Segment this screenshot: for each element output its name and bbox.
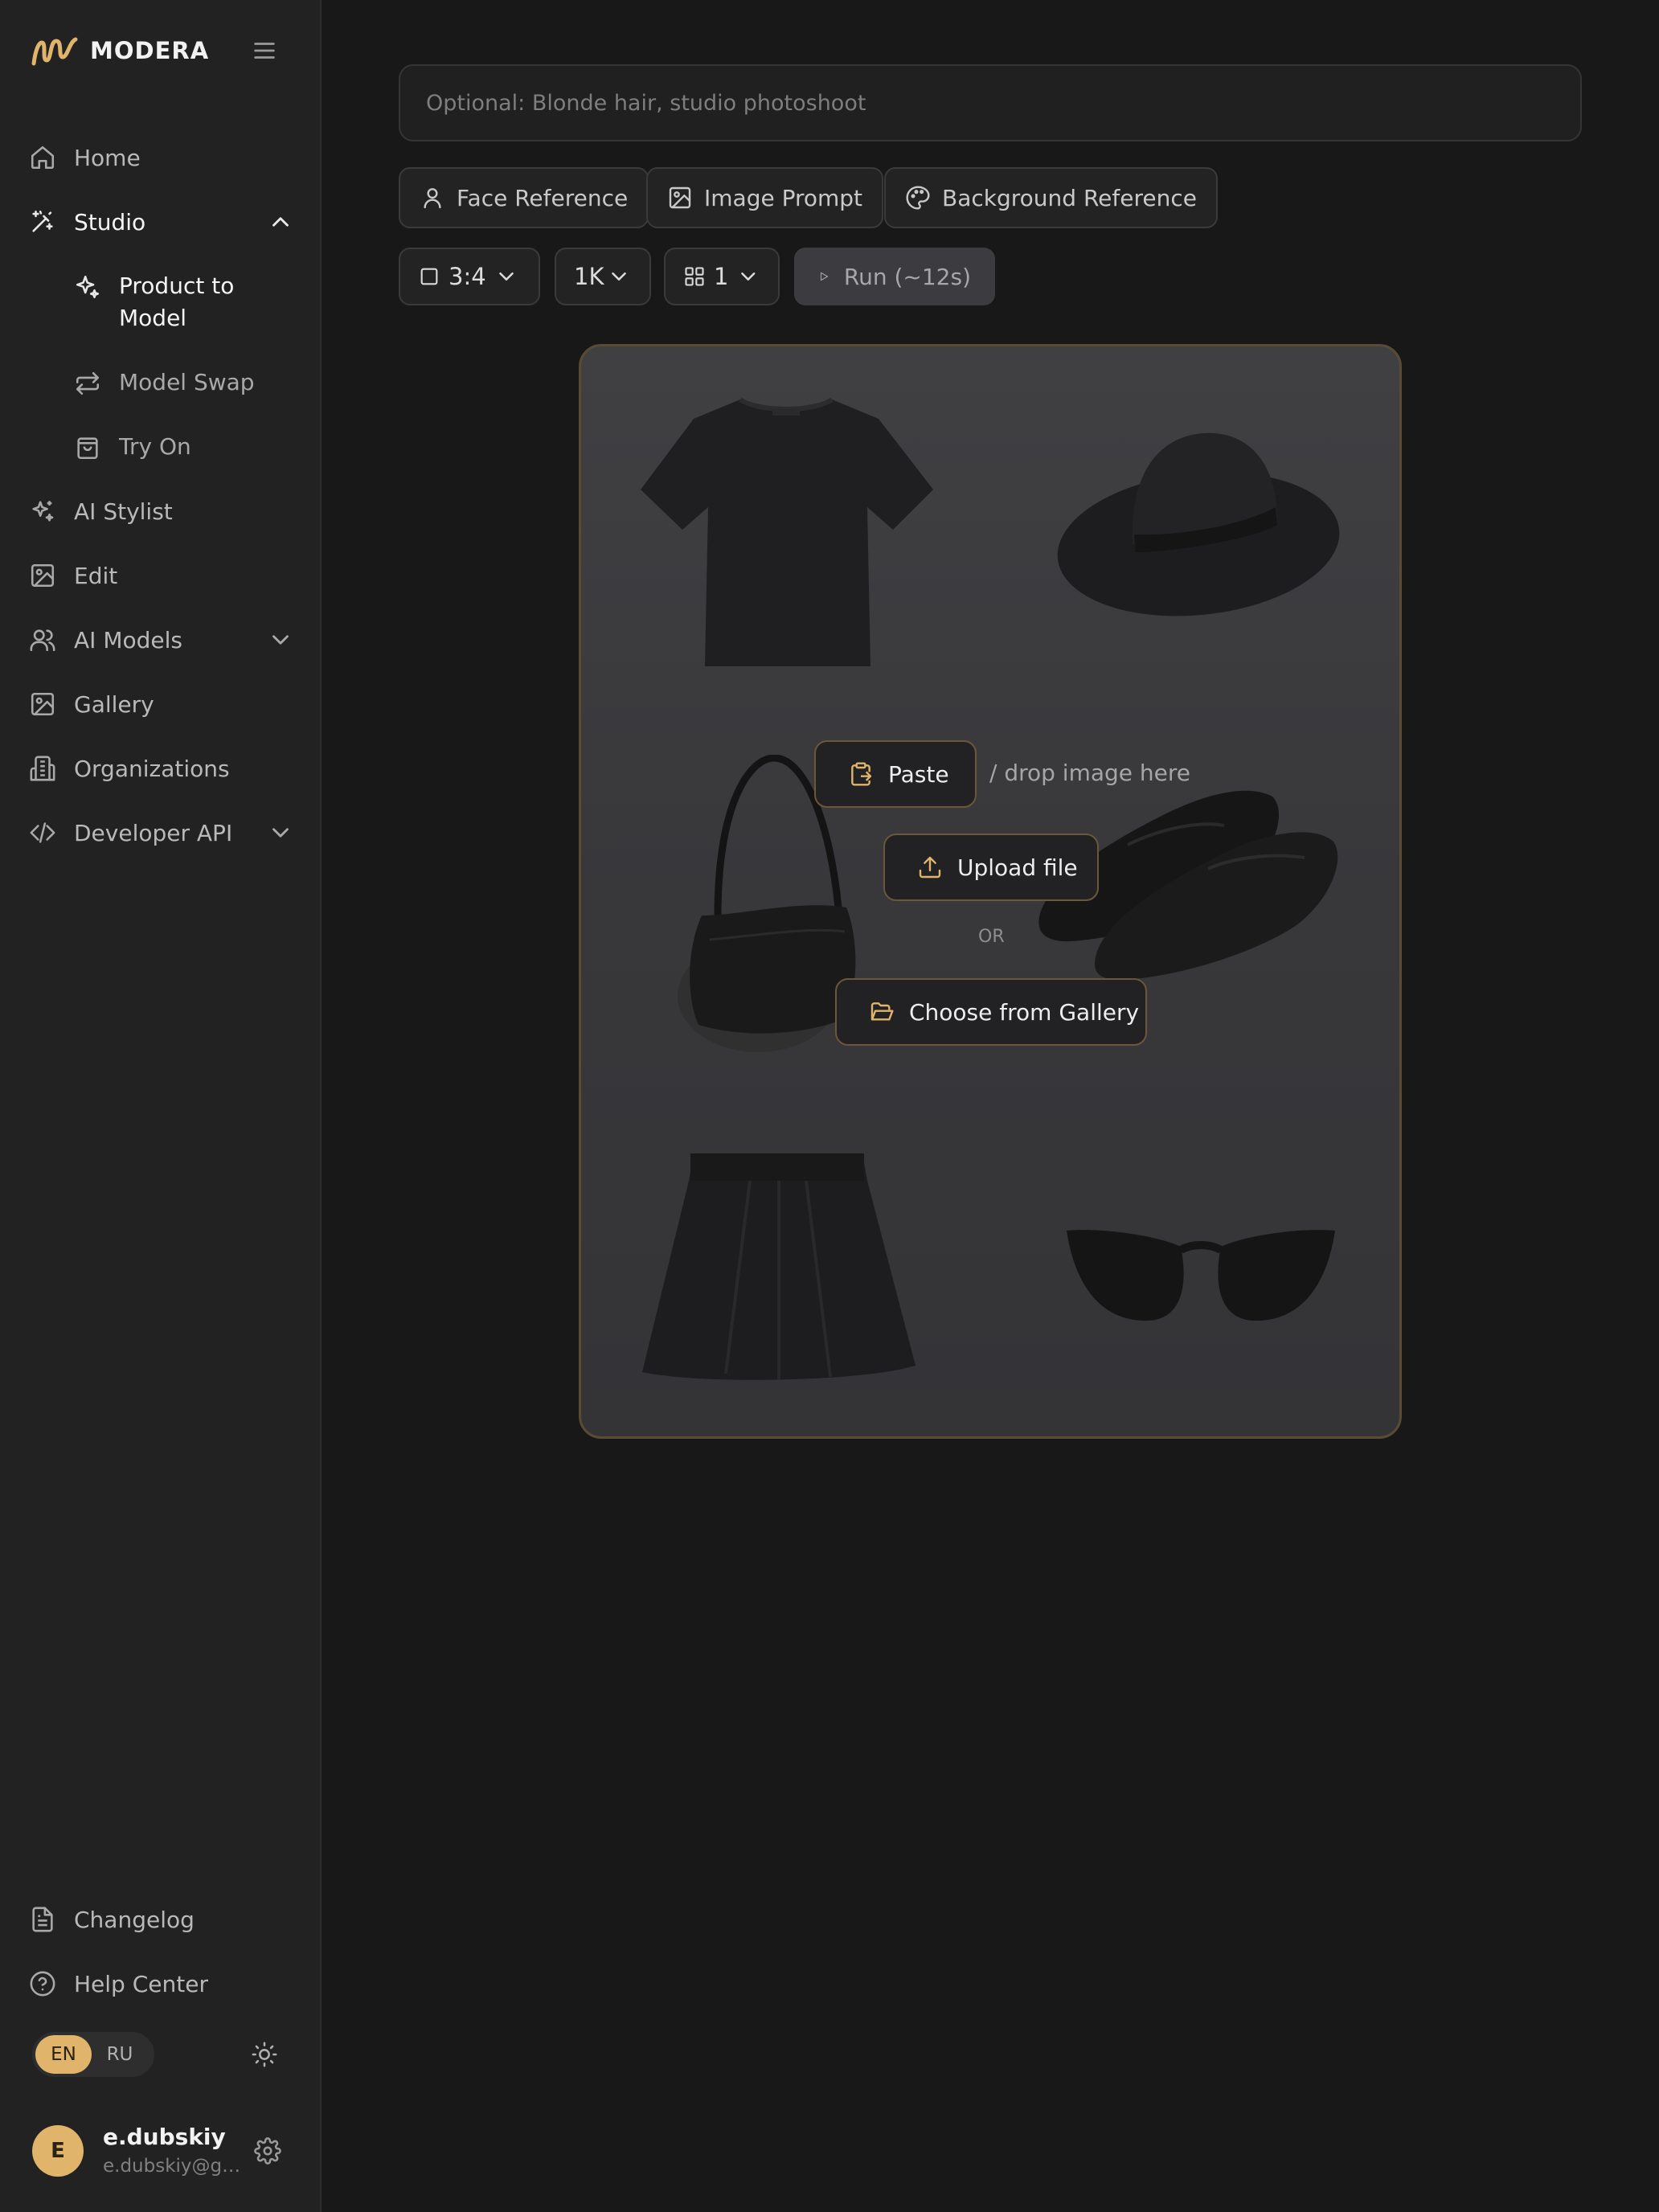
sidebar-item-edit[interactable]: Edit bbox=[29, 551, 294, 600]
sidebar-subitem-try-on[interactable]: Try On bbox=[74, 431, 299, 463]
image-prompt-button[interactable]: Image Prompt bbox=[646, 167, 884, 228]
aspect-ratio-select[interactable]: 3:4 bbox=[399, 248, 540, 305]
sidebar-item-home[interactable]: Home bbox=[29, 133, 294, 182]
choose-from-gallery-button[interactable]: Choose from Gallery bbox=[835, 978, 1147, 1046]
sidebar-item-label: Developer API bbox=[74, 819, 233, 846]
shopping-bag-icon bbox=[77, 437, 98, 460]
face-reference-label: Face Reference bbox=[457, 184, 629, 211]
sun-icon[interactable] bbox=[251, 2041, 278, 2068]
sidebar: MODERA Home Studio Product to Model Mode… bbox=[0, 0, 322, 2212]
sidebar-item-studio[interactable]: Studio bbox=[29, 198, 294, 246]
sidebar-item-developer-api[interactable]: Developer API bbox=[29, 809, 294, 857]
magic-wand-icon bbox=[32, 210, 53, 232]
user-name: e.dubskiy bbox=[103, 2124, 226, 2150]
background-reference-label: Background Reference bbox=[942, 184, 1197, 211]
sidebar-item-help-center[interactable]: Help Center bbox=[29, 1960, 294, 2008]
run-button-label: Run (~12s) bbox=[843, 263, 971, 290]
swap-icon bbox=[76, 371, 100, 395]
palette-icon bbox=[906, 186, 930, 210]
chevron-down-icon bbox=[741, 272, 756, 281]
paste-button-label: Paste bbox=[888, 760, 949, 788]
help-circle-icon bbox=[30, 1971, 55, 1997]
modera-logo-icon bbox=[31, 37, 78, 66]
sidebar-item-label: Gallery bbox=[74, 690, 154, 718]
sidebar-item-gallery[interactable]: Gallery bbox=[29, 680, 294, 728]
image-count-select[interactable]: 1 bbox=[664, 248, 780, 305]
brand[interactable]: MODERA bbox=[31, 32, 209, 69]
sunglasses-image bbox=[1067, 1230, 1335, 1321]
sidebar-subitem-product-to-model[interactable]: Product to Model bbox=[74, 270, 299, 334]
image-icon bbox=[669, 186, 691, 209]
sidebar-item-label: AI Stylist bbox=[74, 498, 173, 525]
sparkles-icon bbox=[32, 501, 54, 522]
chevron-up-icon[interactable] bbox=[267, 208, 294, 236]
building-icon bbox=[30, 756, 55, 781]
hat-image bbox=[1057, 432, 1340, 616]
menu-toggle-icon[interactable] bbox=[251, 37, 278, 64]
sidebar-item-ai-stylist[interactable]: AI Stylist bbox=[29, 487, 294, 535]
chevron-down-icon[interactable] bbox=[267, 819, 294, 846]
folder-open-icon bbox=[870, 1002, 894, 1021]
user-email: e.dubskiy@gm... bbox=[103, 2156, 248, 2177]
upload-icon bbox=[919, 856, 941, 879]
sidebar-item-label: Organizations bbox=[74, 755, 230, 782]
aspect-ratio-value: 3:4 bbox=[449, 263, 486, 290]
or-divider: OR bbox=[978, 927, 1005, 947]
avatar[interactable]: E bbox=[32, 2125, 84, 2177]
tshirt-image bbox=[641, 397, 933, 666]
sidebar-item-label: AI Models bbox=[74, 626, 182, 653]
sidebar-item-label: Try On bbox=[119, 433, 191, 460]
grid-icon bbox=[685, 267, 704, 286]
sidebar-item-ai-models[interactable]: AI Models bbox=[29, 616, 294, 664]
chevron-down-icon[interactable] bbox=[267, 626, 294, 653]
upload-file-label: Upload file bbox=[957, 854, 1078, 881]
sidebar-item-label: Help Center bbox=[74, 1970, 208, 1997]
drop-hint: / drop image here bbox=[989, 760, 1191, 786]
choose-from-gallery-label: Choose from Gallery bbox=[909, 998, 1140, 1026]
background-reference-button[interactable]: Background Reference bbox=[884, 167, 1218, 228]
sidebar-item-label: Changelog bbox=[74, 1906, 195, 1933]
users-icon bbox=[30, 629, 55, 652]
paste-button[interactable]: Paste bbox=[814, 740, 977, 808]
run-button[interactable]: Run (~12s) bbox=[794, 248, 995, 305]
document-icon bbox=[32, 1907, 53, 1932]
sidebar-item-label: Model Swap bbox=[119, 369, 255, 395]
language-ru[interactable]: RU bbox=[92, 2035, 148, 2074]
image-edit-icon bbox=[31, 563, 55, 588]
face-reference-button[interactable]: Face Reference bbox=[399, 167, 649, 228]
image-prompt-label: Image Prompt bbox=[704, 184, 863, 211]
user-icon bbox=[424, 188, 441, 209]
home-icon bbox=[31, 145, 55, 170]
image-icon bbox=[31, 692, 55, 716]
sidebar-item-label: Edit bbox=[74, 562, 118, 589]
gear-icon[interactable] bbox=[254, 2137, 281, 2165]
skirt-image bbox=[642, 1153, 916, 1380]
brand-name: MODERA bbox=[90, 37, 210, 64]
resolution-select[interactable]: 1K bbox=[555, 248, 651, 305]
chevron-down-icon bbox=[612, 272, 627, 281]
square-icon bbox=[420, 268, 438, 285]
image-drop-zone[interactable]: Paste / drop image here Upload file OR C… bbox=[579, 344, 1402, 1439]
code-icon bbox=[30, 822, 55, 843]
play-icon bbox=[820, 272, 829, 281]
sidebar-item-label: Studio bbox=[74, 208, 146, 236]
resolution-value: 1K bbox=[574, 263, 604, 290]
sidebar-item-label: Product to Model bbox=[119, 272, 235, 331]
language-en[interactable]: EN bbox=[35, 2035, 92, 2074]
image-count-value: 1 bbox=[714, 263, 729, 290]
sparkles-icon bbox=[76, 275, 100, 299]
sidebar-item-organizations[interactable]: Organizations bbox=[29, 744, 294, 793]
language-switcher: EN RU bbox=[32, 2032, 154, 2077]
upload-file-button[interactable]: Upload file bbox=[883, 834, 1099, 901]
prompt-input[interactable] bbox=[399, 64, 1582, 141]
sidebar-subitem-model-swap[interactable]: Model Swap bbox=[74, 367, 299, 399]
clipboard-icon bbox=[851, 762, 872, 786]
sidebar-item-changelog[interactable]: Changelog bbox=[29, 1895, 294, 1944]
chevron-down-icon bbox=[498, 272, 514, 281]
sidebar-item-label: Home bbox=[74, 144, 141, 171]
